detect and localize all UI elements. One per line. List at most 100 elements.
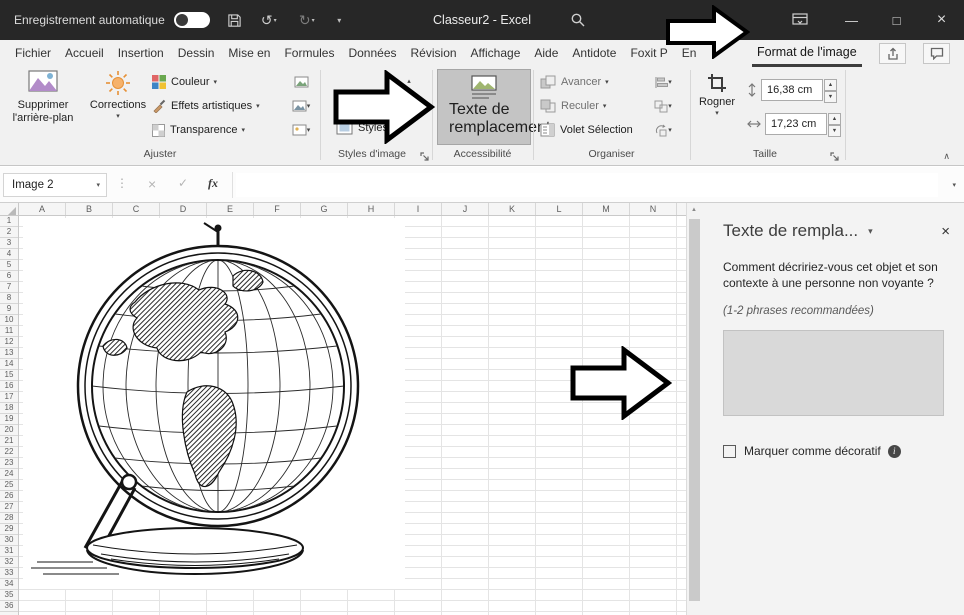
- row-header-1[interactable]: 1: [0, 216, 18, 227]
- rotate-dropdown[interactable]: ▾: [648, 120, 678, 140]
- row-header-31[interactable]: 31: [0, 546, 18, 557]
- row-header-25[interactable]: 25: [0, 480, 18, 491]
- row-header-29[interactable]: 29: [0, 524, 18, 535]
- info-icon[interactable]: i: [888, 445, 901, 458]
- enter-button[interactable]: ✓: [178, 176, 188, 190]
- couleur-dropdown[interactable]: Couleur ▾: [152, 71, 217, 93]
- column-header-D[interactable]: D: [160, 203, 207, 215]
- minimize-button[interactable]: —: [829, 0, 874, 40]
- column-header-M[interactable]: M: [583, 203, 630, 215]
- column-header-C[interactable]: C: [113, 203, 160, 215]
- autosave-toggle[interactable]: [174, 12, 210, 28]
- height-input[interactable]: 16,38 cm: [761, 79, 823, 101]
- spin-down-button[interactable]: ▼: [824, 91, 837, 103]
- tab-donn-es[interactable]: Données: [341, 40, 403, 67]
- avancer-dropdown[interactable]: Avancer ▾: [540, 71, 609, 93]
- row-header-28[interactable]: 28: [0, 513, 18, 524]
- column-header-F[interactable]: F: [254, 203, 301, 215]
- tab-formules[interactable]: Formules: [277, 40, 341, 67]
- column-header-A[interactable]: A: [19, 203, 66, 215]
- align-dropdown[interactable]: ▾: [648, 72, 678, 92]
- column-header-N[interactable]: N: [630, 203, 677, 215]
- save-button[interactable]: [220, 0, 250, 40]
- texte-remplacement-button[interactable]: Texte de remplacement: [437, 69, 531, 145]
- row-header-17[interactable]: 17: [0, 392, 18, 403]
- compress-picture-button[interactable]: [286, 72, 316, 92]
- collapse-ribbon-button[interactable]: ∧: [943, 151, 950, 162]
- group-dropdown[interactable]: ▾: [648, 96, 678, 116]
- column-header-L[interactable]: L: [536, 203, 583, 215]
- volet-selection-button[interactable]: Volet Sélection: [540, 119, 637, 141]
- width-input[interactable]: 17,23 cm: [765, 113, 827, 135]
- decorative-checkbox[interactable]: [723, 445, 736, 458]
- formula-input[interactable]: [236, 173, 938, 197]
- name-box[interactable]: Image 2 ▾: [3, 173, 107, 197]
- close-button[interactable]: ×: [919, 0, 964, 40]
- cancel-button[interactable]: ×: [148, 176, 156, 192]
- row-header-8[interactable]: 8: [0, 293, 18, 304]
- row-header-21[interactable]: 21: [0, 436, 18, 447]
- spin-up-button[interactable]: ▲: [828, 113, 841, 125]
- row-header-18[interactable]: 18: [0, 403, 18, 414]
- row-header-11[interactable]: 11: [0, 326, 18, 337]
- scroll-thumb[interactable]: [689, 219, 700, 601]
- row-header-24[interactable]: 24: [0, 469, 18, 480]
- styles-dialog-launcher[interactable]: [420, 149, 430, 167]
- corrections-button[interactable]: Corrections ▾: [88, 70, 148, 144]
- remove-background-button[interactable]: Supprimer l'arrière-plan: [2, 70, 84, 144]
- row-header-14[interactable]: 14: [0, 359, 18, 370]
- row-header-2[interactable]: 2: [0, 227, 18, 238]
- spin-up-button[interactable]: ▲: [824, 79, 837, 91]
- undo-button[interactable]: ↺ ▾: [250, 0, 288, 40]
- tab-insertion[interactable]: Insertion: [111, 40, 171, 67]
- tab-r-vision[interactable]: Révision: [404, 40, 464, 67]
- spin-down-button[interactable]: ▼: [828, 125, 841, 137]
- row-header-26[interactable]: 26: [0, 491, 18, 502]
- effets-artistiques-dropdown[interactable]: Effets artistiques ▾: [152, 95, 260, 117]
- row-header-3[interactable]: 3: [0, 238, 18, 249]
- search-button[interactable]: [570, 12, 586, 33]
- tab-aide[interactable]: Aide: [527, 40, 565, 67]
- tab-accueil[interactable]: Accueil: [58, 40, 111, 67]
- transparence-dropdown[interactable]: Transparence ▾: [152, 119, 245, 141]
- row-header-33[interactable]: 33: [0, 568, 18, 579]
- task-pane-close-button[interactable]: ×: [941, 223, 950, 240]
- row-header-30[interactable]: 30: [0, 535, 18, 546]
- share-button[interactable]: [879, 43, 906, 64]
- row-header-13[interactable]: 13: [0, 348, 18, 359]
- row-header-9[interactable]: 9: [0, 304, 18, 315]
- select-all-corner[interactable]: [0, 203, 19, 216]
- row-header-23[interactable]: 23: [0, 458, 18, 469]
- row-header-22[interactable]: 22: [0, 447, 18, 458]
- tab-fichier[interactable]: Fichier: [8, 40, 58, 67]
- row-header-15[interactable]: 15: [0, 370, 18, 381]
- alt-text-input[interactable]: [723, 330, 944, 416]
- comments-button[interactable]: [923, 43, 950, 64]
- insert-function-button[interactable]: fx: [208, 176, 218, 191]
- row-header-34[interactable]: 34: [0, 579, 18, 590]
- task-pane-menu-chevron[interactable]: ▾: [868, 226, 873, 237]
- column-header-K[interactable]: K: [489, 203, 536, 215]
- row-header-4[interactable]: 4: [0, 249, 18, 260]
- column-header-G[interactable]: G: [301, 203, 348, 215]
- globe-image[interactable]: [23, 218, 405, 589]
- taille-dialog-launcher[interactable]: [830, 149, 840, 167]
- change-picture-button[interactable]: ▾: [286, 96, 316, 116]
- formula-bar-handle[interactable]: ⋮: [116, 176, 128, 190]
- column-header-J[interactable]: J: [442, 203, 489, 215]
- column-header-B[interactable]: B: [66, 203, 113, 215]
- tab-dessin[interactable]: Dessin: [171, 40, 222, 67]
- expand-formula-bar-icon[interactable]: ▾: [952, 181, 956, 189]
- row-header-35[interactable]: 35: [0, 590, 18, 601]
- rogner-button[interactable]: Rogner ▾: [692, 69, 742, 145]
- row-header-10[interactable]: 10: [0, 315, 18, 326]
- vertical-scrollbar[interactable]: ▲: [686, 203, 701, 615]
- column-header-I[interactable]: I: [395, 203, 442, 215]
- reset-picture-button[interactable]: ▾: [286, 120, 316, 140]
- ribbon-display-options-button[interactable]: [783, 0, 817, 40]
- reculer-dropdown[interactable]: Reculer ▾: [540, 95, 606, 117]
- row-header-7[interactable]: 7: [0, 282, 18, 293]
- column-header-H[interactable]: H: [348, 203, 395, 215]
- row-header-27[interactable]: 27: [0, 502, 18, 513]
- row-header-12[interactable]: 12: [0, 337, 18, 348]
